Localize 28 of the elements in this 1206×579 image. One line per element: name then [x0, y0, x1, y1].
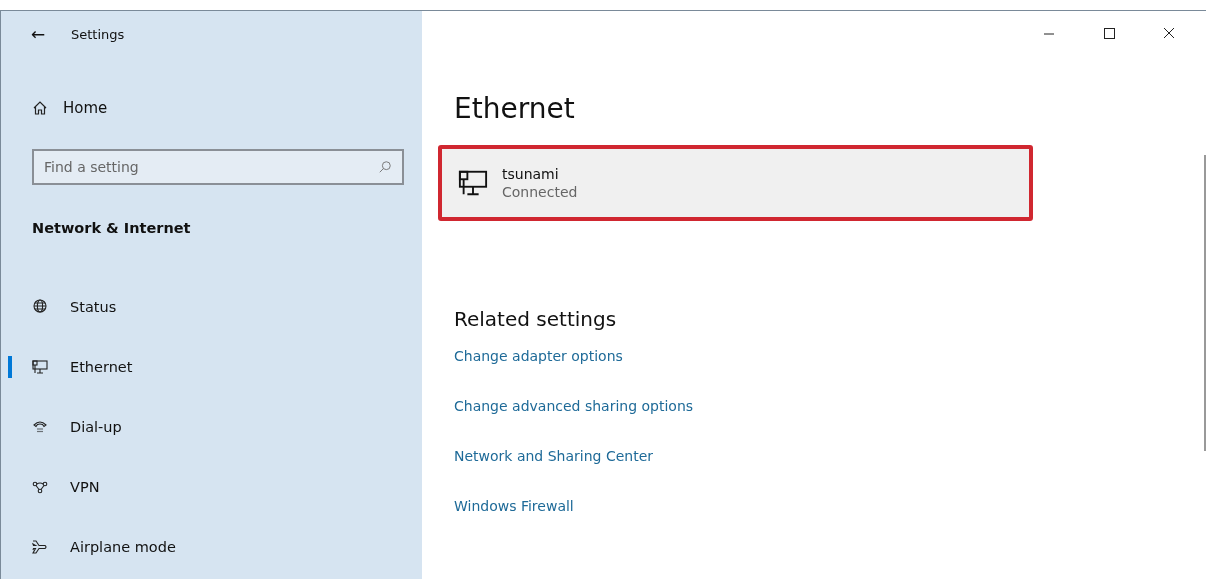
- airplane-icon: [32, 539, 48, 555]
- connection-status: Connected: [502, 184, 578, 200]
- connection-name: tsunami: [502, 166, 560, 182]
- home-item[interactable]: Home: [32, 94, 422, 122]
- search-field[interactable]: Find a setting: [32, 149, 404, 185]
- search-icon: [378, 160, 392, 174]
- settings-link[interactable]: Change advanced sharing options: [454, 396, 694, 416]
- nav-item[interactable]: Ethernet: [1, 336, 422, 398]
- nav-item[interactable]: VPN: [1, 456, 422, 518]
- scrollbar[interactable]: [1204, 155, 1206, 451]
- settings-link[interactable]: Change adapter options: [454, 346, 623, 366]
- back-button[interactable]: ←: [31, 24, 71, 44]
- window-title: Settings: [71, 26, 125, 42]
- nav-item[interactable]: Status: [1, 276, 422, 338]
- vpn-icon: [32, 479, 48, 495]
- page-heading: Ethernet: [454, 92, 576, 125]
- globe-icon: [32, 299, 48, 315]
- connection-card[interactable]: tsunami Connected: [438, 145, 1033, 221]
- nav-item[interactable]: Dial-up: [1, 396, 422, 458]
- section-heading: Related settings: [454, 307, 618, 331]
- section-heading: Network & Internet: [32, 220, 192, 236]
- settings-link[interactable]: Windows Firewall: [454, 496, 574, 516]
- home-icon: [32, 100, 48, 116]
- settings-link[interactable]: Network and Sharing Center: [454, 446, 653, 466]
- nav-item[interactable]: Airplane mode: [1, 516, 422, 578]
- ethernet-icon: [458, 168, 488, 198]
- ethernet-icon: [32, 359, 48, 375]
- phone-icon: [32, 419, 48, 435]
